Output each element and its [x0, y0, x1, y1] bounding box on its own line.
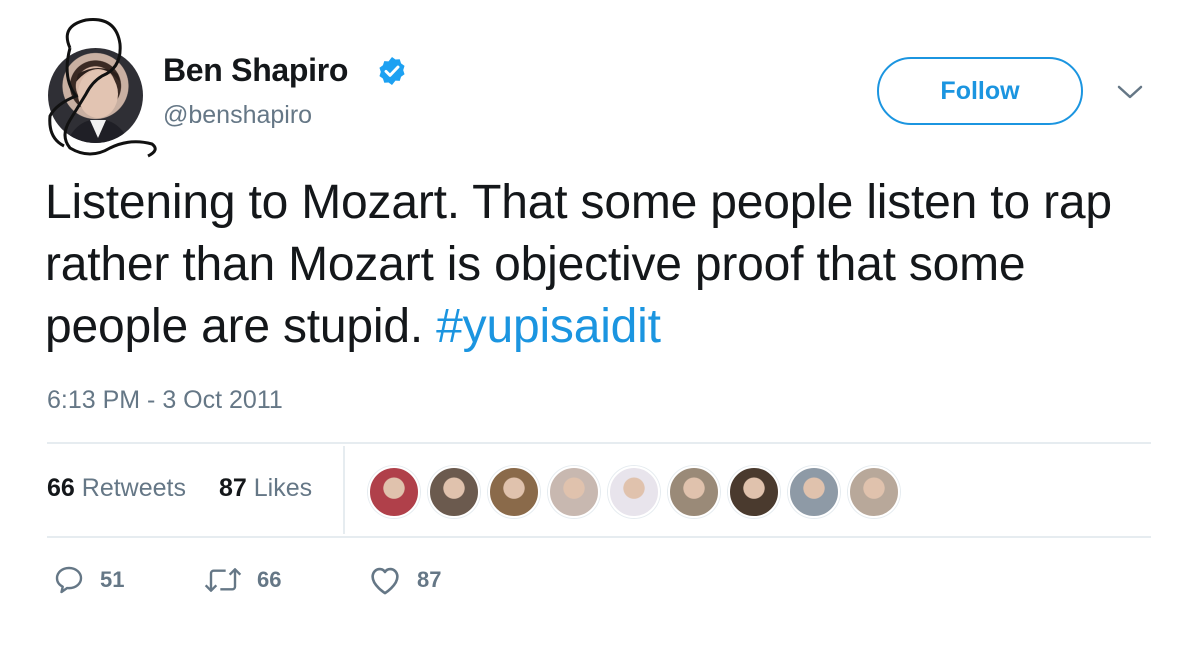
likes-count: 87	[219, 474, 247, 502]
reply-button[interactable]: 51	[52, 564, 124, 596]
retweets-label: Retweets	[81, 474, 186, 502]
reply-count: 51	[100, 567, 125, 592]
liker-avatar-7[interactable]	[728, 466, 780, 518]
user-handle[interactable]: @benshapiro	[163, 101, 312, 130]
like-count: 87	[417, 567, 442, 592]
chevron-down-icon[interactable]	[1116, 82, 1144, 102]
hashtag-link[interactable]: #yupisaidit	[436, 300, 661, 353]
liker-avatar-9[interactable]	[848, 466, 900, 518]
liker-avatar-5[interactable]	[608, 466, 660, 518]
liker-avatars	[368, 466, 900, 518]
likes-stat[interactable]: 87 Likes	[219, 474, 312, 503]
stats-separator	[343, 446, 345, 534]
heart-icon	[371, 567, 399, 595]
tweet-text: Listening to Mozart. That some people li…	[45, 172, 1165, 358]
retweets-stat[interactable]: 66 Retweets	[47, 474, 186, 503]
divider-bottom	[47, 536, 1151, 538]
divider-top	[47, 442, 1151, 444]
verified-badge-icon	[379, 57, 405, 85]
retweets-count: 66	[47, 474, 75, 502]
retweet-button[interactable]: 66	[203, 564, 281, 596]
retweet-count: 66	[257, 567, 282, 592]
likes-label: Likes	[253, 474, 313, 502]
liker-avatar-2[interactable]	[428, 466, 480, 518]
reply-icon	[55, 566, 83, 594]
user-name[interactable]: Ben Shapiro	[163, 52, 348, 89]
tweet-timestamp[interactable]: 6:13 PM - 3 Oct 2011	[47, 386, 283, 415]
like-button[interactable]: 87	[367, 564, 441, 596]
follow-button[interactable]: Follow	[877, 57, 1083, 125]
liker-avatar-1[interactable]	[368, 466, 420, 518]
liker-avatar-4[interactable]	[548, 466, 600, 518]
retweet-icon	[204, 568, 242, 592]
liker-avatar-3[interactable]	[488, 466, 540, 518]
scribble-overlay-icon	[48, 18, 157, 158]
liker-avatar-6[interactable]	[668, 466, 720, 518]
liker-avatar-8[interactable]	[788, 466, 840, 518]
